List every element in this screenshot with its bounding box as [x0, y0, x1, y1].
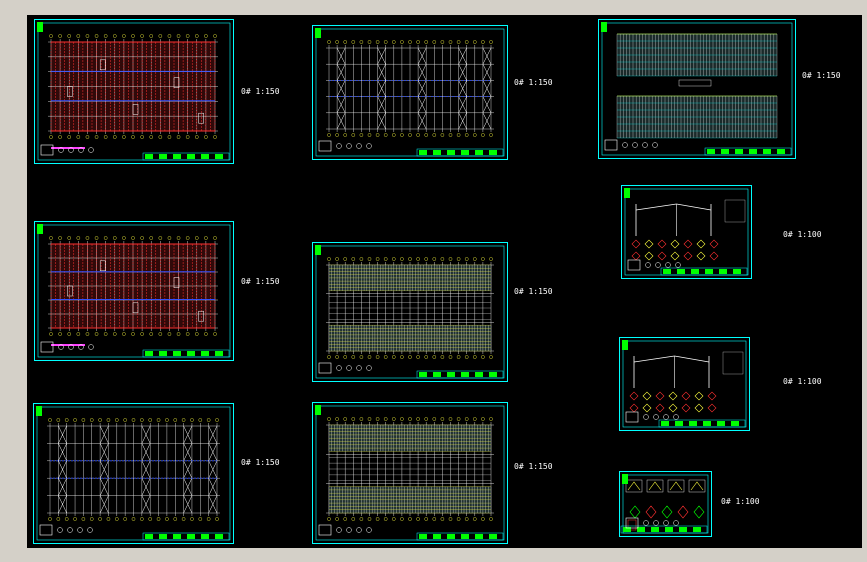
sheet-roof-plan-1[interactable]	[312, 242, 508, 382]
scale-label-6: 0# 1:150	[514, 462, 553, 471]
drawing-canvas[interactable]: 0# 1:150 0# 1:150 0# 1:150 0# 1:150 0# 1…	[27, 15, 862, 548]
sheet-floor-plan-2[interactable]	[34, 221, 234, 361]
scale-label-10: 0# 1:100	[721, 497, 760, 506]
scale-label-1: 0# 1:150	[241, 87, 280, 96]
sheet-floor-plan-1[interactable]	[34, 19, 234, 164]
sheet-drawing	[315, 405, 505, 541]
sheet-drawing	[315, 245, 505, 379]
sheet-drawing	[620, 474, 709, 534]
sheet-roof-plan-2[interactable]	[312, 402, 508, 544]
sheet-drawing	[36, 406, 231, 541]
sheet-drawing	[37, 22, 231, 161]
sheet-frame-detail-2[interactable]	[619, 337, 750, 431]
sheet-drawing	[624, 188, 749, 276]
sheet-drawing	[601, 22, 793, 156]
sheet-bracing-plan-2[interactable]	[312, 25, 508, 160]
sheet-frame-detail-1[interactable]	[621, 185, 752, 279]
scale-label-9: 0# 1:100	[783, 377, 822, 386]
scale-label-8: 0# 1:100	[783, 230, 822, 239]
sheet-node-details[interactable]	[619, 471, 712, 537]
sheet-drawing	[37, 224, 231, 358]
sheet-drawing	[315, 28, 505, 157]
sheet-drawing	[622, 340, 747, 428]
scale-label-7: 0# 1:150	[802, 71, 841, 80]
sheet-bracing-plan-1[interactable]	[33, 403, 234, 544]
scale-label-3: 0# 1:150	[241, 458, 280, 467]
sheet-elevations[interactable]	[598, 19, 796, 159]
scale-label-2: 0# 1:150	[241, 277, 280, 286]
scale-label-5: 0# 1:150	[514, 287, 553, 296]
scale-label-4: 0# 1:150	[514, 78, 553, 87]
